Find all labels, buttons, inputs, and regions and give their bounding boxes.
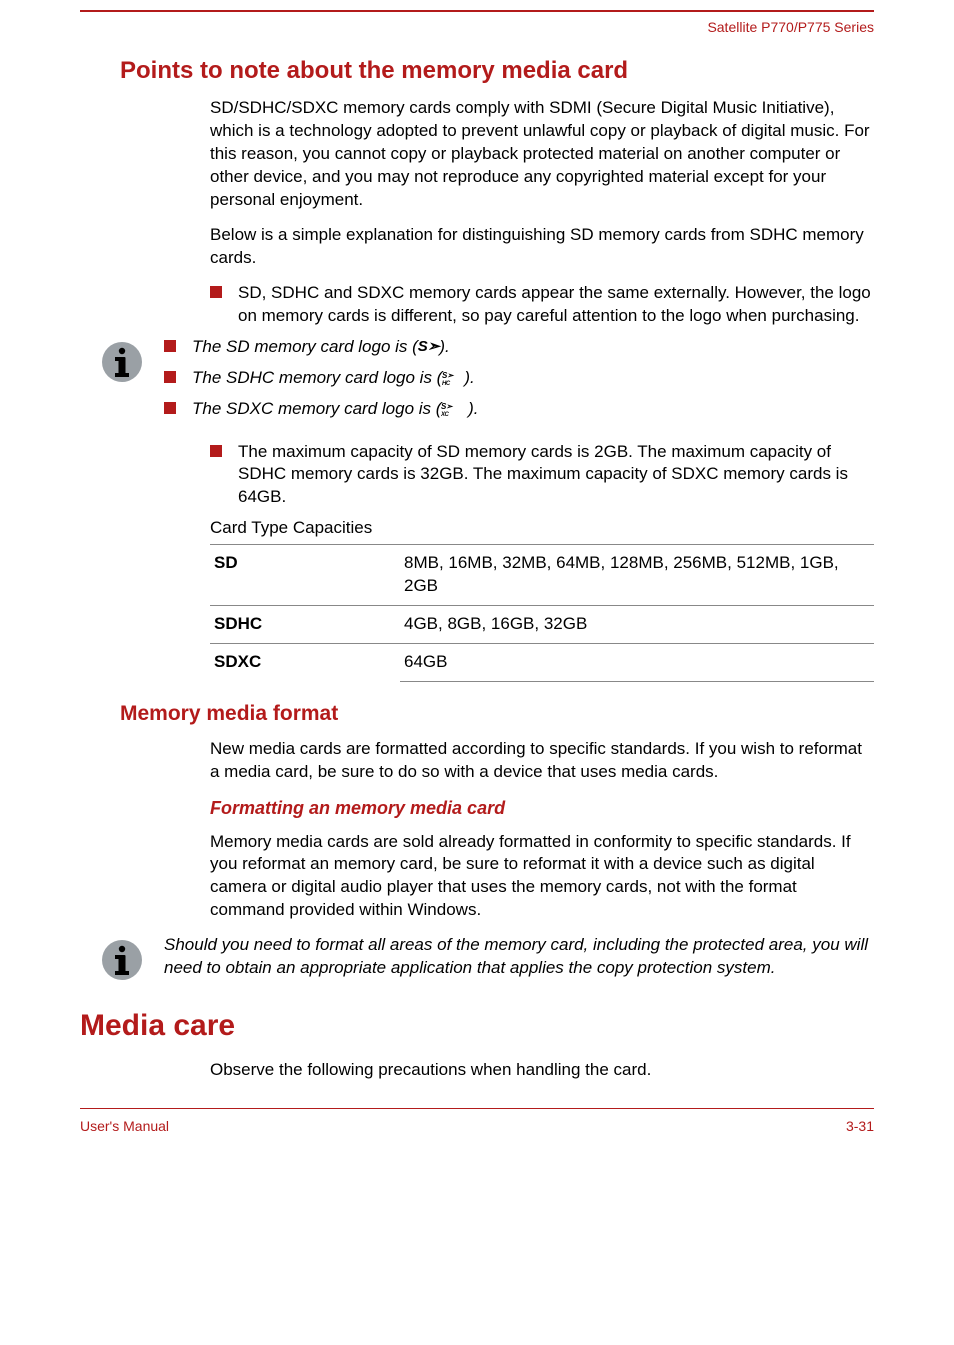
paragraph: Below is a simple explanation for distin… — [210, 224, 874, 270]
section-title-points: Points to note about the memory media ca… — [120, 55, 874, 87]
table-cell-value: 64GB — [400, 644, 874, 682]
table-cell-value: 4GB, 8GB, 16GB, 32GB — [400, 606, 874, 644]
info-icon — [100, 938, 144, 982]
bullet-square-icon — [164, 402, 176, 414]
table-cell-type: SDHC — [210, 606, 400, 644]
sdhc-logo-icon: S➣ HC — [442, 368, 464, 388]
bullet-square-icon — [164, 371, 176, 383]
section-title-memory-format: Memory media format — [120, 700, 874, 728]
paragraph: New media cards are formatted according … — [210, 738, 874, 784]
footer-left: User's Manual — [80, 1117, 169, 1136]
bullet-item: The SDXC memory card logo is ( S➣ XC ). — [164, 398, 874, 421]
bullet-item: The maximum capacity of SD memory cards … — [210, 441, 874, 510]
svg-text:HC: HC — [442, 381, 451, 386]
sdxc-logo-icon: S➣ XC — [441, 399, 463, 419]
info-note: Should you need to format all areas of t… — [100, 934, 874, 982]
bullet-square-icon — [210, 286, 222, 298]
subsection-title-formatting: Formatting an memory media card — [210, 796, 874, 820]
bullet-text: The maximum capacity of SD memory cards … — [238, 441, 874, 510]
table-cell-type: SD — [210, 545, 400, 606]
paragraph: Observe the following precautions when h… — [210, 1059, 874, 1082]
paragraph: Memory media cards are sold already form… — [210, 831, 874, 923]
bullet-item: SD, SDHC and SDXC memory cards appear th… — [210, 282, 874, 328]
info-note-group: The SD memory card logo is (S➣). The SDH… — [100, 336, 874, 429]
table-caption: Card Type Capacities — [210, 517, 874, 540]
svg-text:S➣: S➣ — [441, 402, 454, 411]
footer-right: 3-31 — [846, 1117, 874, 1136]
svg-text:S➣: S➣ — [442, 371, 455, 380]
header-series: Satellite P770/P775 Series — [80, 12, 874, 51]
bullet-item: The SDHC memory card logo is ( S➣ HC ). — [164, 367, 874, 390]
capacity-table: SD 8MB, 16MB, 32MB, 64MB, 128MB, 256MB, … — [210, 544, 874, 682]
info-icon — [100, 340, 144, 384]
bullet-item: The SD memory card logo is (S➣). — [164, 336, 874, 359]
table-row: SDHC 4GB, 8GB, 16GB, 32GB — [210, 606, 874, 644]
svg-text:XC: XC — [441, 412, 450, 417]
bullet-text: The SDXC memory card logo is ( S➣ XC ). — [192, 398, 874, 421]
table-row: SD 8MB, 16MB, 32MB, 64MB, 128MB, 256MB, … — [210, 545, 874, 606]
table-cell-value: 8MB, 16MB, 32MB, 64MB, 128MB, 256MB, 512… — [400, 545, 874, 606]
bullet-square-icon — [210, 445, 222, 457]
sd-logo-icon: S➣ — [418, 337, 440, 357]
bullet-text: The SDHC memory card logo is ( S➣ HC ). — [192, 367, 874, 390]
section-title-media-care: Media care — [80, 1006, 874, 1047]
page-footer: User's Manual 3-31 — [80, 1108, 874, 1136]
bullet-text: The SD memory card logo is (S➣). — [192, 336, 874, 359]
bullet-square-icon — [164, 340, 176, 352]
bullet-text: SD, SDHC and SDXC memory cards appear th… — [238, 282, 874, 328]
table-cell-type: SDXC — [210, 644, 400, 682]
note-text: Should you need to format all areas of t… — [164, 934, 874, 980]
paragraph: SD/SDHC/SDXC memory cards comply with SD… — [210, 97, 874, 212]
table-row: SDXC 64GB — [210, 644, 874, 682]
